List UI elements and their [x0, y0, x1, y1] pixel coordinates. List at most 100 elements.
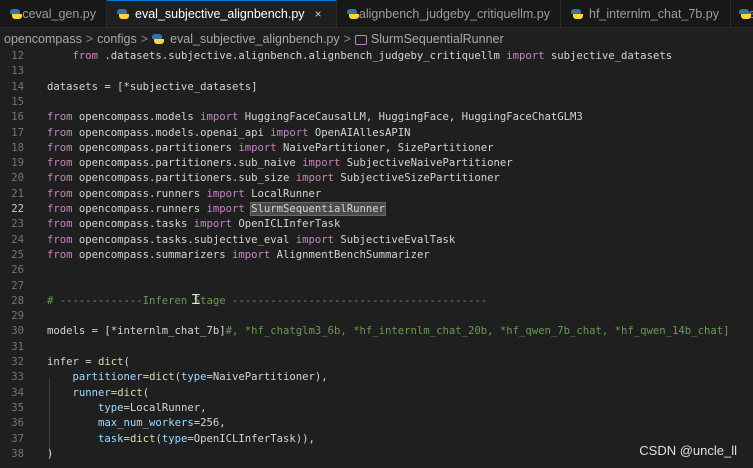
watermark: CSDN @uncle_ll [639, 443, 737, 458]
code-line[interactable]: 30 models = [*internlm_chat_7b]#, *hf_cha… [0, 324, 753, 339]
line-number: 33 [11, 371, 24, 384]
line-number: 30 [11, 325, 24, 338]
code-line[interactable]: 15 [0, 95, 753, 110]
code-text[interactable]: from opencompass.partitioners.sub_naive … [47, 156, 513, 171]
code-text[interactable]: max_num_workers=256, [47, 416, 226, 431]
tab-ceval-gen[interactable]: ceval_gen.py [0, 0, 107, 27]
code-line[interactable]: 17 from opencompass.models.openai_api imp… [0, 126, 753, 141]
chevron-right-icon: > [343, 32, 351, 46]
line-number: 21 [11, 187, 24, 200]
code-line[interactable]: 36 max_num_workers=256, [0, 416, 753, 431]
code-line[interactable]: 22 from opencompass.runners import SlurmS… [0, 202, 753, 217]
code-line[interactable]: 19 from opencompass.partitioners.sub_naiv… [0, 156, 753, 171]
line-number: 14 [11, 80, 24, 93]
code-line[interactable]: 27 [0, 279, 753, 294]
breadcrumb: opencompass > configs > eval_subjective_… [0, 28, 753, 50]
tab-eval-subjective-alignbench[interactable]: eval_subjective_alignbench.py × [107, 0, 337, 27]
chevron-right-icon: > [140, 32, 149, 46]
line-number: 13 [11, 65, 24, 78]
code-text[interactable]: from .datasets.subjective.alignbench.ali… [47, 49, 673, 64]
line-number: 22 [11, 203, 24, 215]
tab-label: hf_internlm_chat_7b.py [589, 6, 719, 21]
code-line[interactable]: 26 [0, 263, 753, 278]
code-text[interactable]: from opencompass.runners import SlurmSeq… [47, 202, 387, 217]
code-text[interactable]: task=dict(type=OpenICLInferTask)), [47, 432, 315, 447]
text-cursor-icon: Ɪ [192, 292, 200, 308]
line-number: 32 [11, 356, 24, 368]
line-number: 27 [11, 279, 24, 292]
code-line[interactable]: 12 from .datasets.subjective.alignbench.… [0, 49, 753, 64]
line-number: 38 [11, 447, 24, 460]
tab-hf-internlm-chat-7b[interactable]: hf_internlm_chat_7b.py [561, 0, 731, 27]
code-text[interactable]: infer = dict( [47, 355, 130, 370]
code-line[interactable]: 20 from opencompass.partitioners.sub_size… [0, 171, 753, 186]
tab-label: eval_subjective_alignbench.py [135, 7, 305, 21]
tab-truncated[interactable]: te [731, 0, 753, 27]
breadcrumb-item-symbol[interactable]: SlurmSequentialRunner [371, 32, 504, 46]
line-number: 20 [11, 172, 24, 185]
code-text[interactable]: from opencompass.tasks import OpenICLInf… [47, 217, 340, 232]
code-text[interactable]: from opencompass.tasks.subjective_eval i… [47, 233, 455, 248]
code-line[interactable]: 16 from opencompass.models import Hugging… [0, 110, 753, 125]
code-line[interactable]: 34 runner=dict( [0, 386, 753, 401]
python-file-icon [347, 8, 359, 20]
tab-label: ceval_gen.py [22, 6, 96, 21]
code-line[interactable]: 14 datasets = [*subjective_datasets] [0, 80, 753, 95]
line-number: 19 [11, 157, 24, 170]
line-number: 35 [11, 401, 24, 414]
line-number: 25 [11, 248, 24, 261]
code-line[interactable]: 18 from opencompass.partitioners import N… [0, 141, 753, 156]
code-line[interactable]: 33 partitioner=dict(type=NaivePartitione… [0, 370, 753, 385]
tab-bar: ceval_gen.py eval_subjective_alignbench.… [0, 0, 753, 28]
line-number: 28 [11, 294, 24, 307]
python-file-icon [117, 8, 129, 20]
line-number: 29 [11, 310, 24, 323]
code-text[interactable]: from opencompass.partitioners.sub_size i… [47, 171, 500, 186]
code-text[interactable]: runner=dict( [47, 386, 150, 401]
line-number: 34 [11, 386, 24, 399]
line-number: 36 [11, 417, 24, 430]
code-text[interactable]: from opencompass.models import HuggingFa… [47, 110, 583, 125]
line-number: 37 [11, 432, 24, 445]
line-number: 15 [11, 95, 24, 108]
code-text[interactable]: from opencompass.models.openai_api impor… [47, 126, 411, 141]
code-text[interactable]: from opencompass.partitioners import Nai… [47, 141, 493, 156]
line-number: 24 [11, 233, 24, 246]
code-text[interactable]: datasets = [*subjective_datasets] [47, 80, 257, 95]
line-number: 31 [11, 340, 24, 353]
line-number: 16 [11, 111, 24, 124]
code-text[interactable]: from opencompass.summarizers import Alig… [47, 248, 430, 263]
code-line[interactable]: 23 from opencompass.tasks import OpenICLI… [0, 217, 753, 232]
python-file-icon [571, 8, 583, 20]
breadcrumb-item-configs[interactable]: configs [97, 32, 137, 46]
breadcrumb-item-opencompass[interactable]: opencompass [4, 32, 82, 46]
code-text[interactable]: ) [47, 447, 53, 462]
code-text[interactable]: models = [*internlm_chat_7b]#, *hf_chatg… [47, 324, 729, 339]
line-number: 18 [11, 141, 24, 154]
code-line[interactable]: 28 # -------------Inferen Stage ---------… [0, 294, 753, 309]
code-line[interactable]: 29 [0, 309, 753, 324]
code-text[interactable]: type=LocalRunner, [47, 401, 206, 416]
code-line[interactable]: 13 [0, 64, 753, 79]
tab-label: alignbench_judgeby_critiquellm.py [358, 6, 550, 21]
symbol-class-icon [354, 35, 367, 45]
tab-alignbench-judgeby-critiquellm[interactable]: alignbench_judgeby_critiquellm.py [337, 0, 561, 27]
code-text[interactable]: partitioner=dict(type=NaivePartitioner), [47, 370, 328, 385]
line-number: 23 [11, 218, 24, 231]
code-line[interactable]: 31 [0, 340, 753, 355]
code-line[interactable]: 24 from opencompass.tasks.subjective_eval… [0, 233, 753, 248]
code-line[interactable]: 21 from opencompass.runners import LocalR… [0, 187, 753, 202]
line-number: 26 [11, 264, 24, 277]
close-icon[interactable]: × [315, 7, 322, 21]
python-file-icon [152, 33, 165, 45]
python-file-icon [10, 8, 23, 20]
code-line[interactable]: 25 from opencompass.summarizers import Al… [0, 248, 753, 263]
code-line[interactable]: 32 infer = dict( [0, 355, 753, 370]
line-number: 17 [11, 126, 24, 139]
code-editor[interactable]: 12 from .datasets.subjective.alignbench.… [0, 49, 753, 468]
code-text[interactable]: from opencompass.runners import LocalRun… [47, 187, 321, 202]
code-line[interactable]: 35 type=LocalRunner, [0, 401, 753, 416]
breadcrumb-item-file[interactable]: eval_subjective_alignbench.py [170, 32, 340, 46]
code-text[interactable]: # -------------Inferen Stage -----------… [47, 294, 487, 309]
line-number: 12 [11, 50, 24, 62]
